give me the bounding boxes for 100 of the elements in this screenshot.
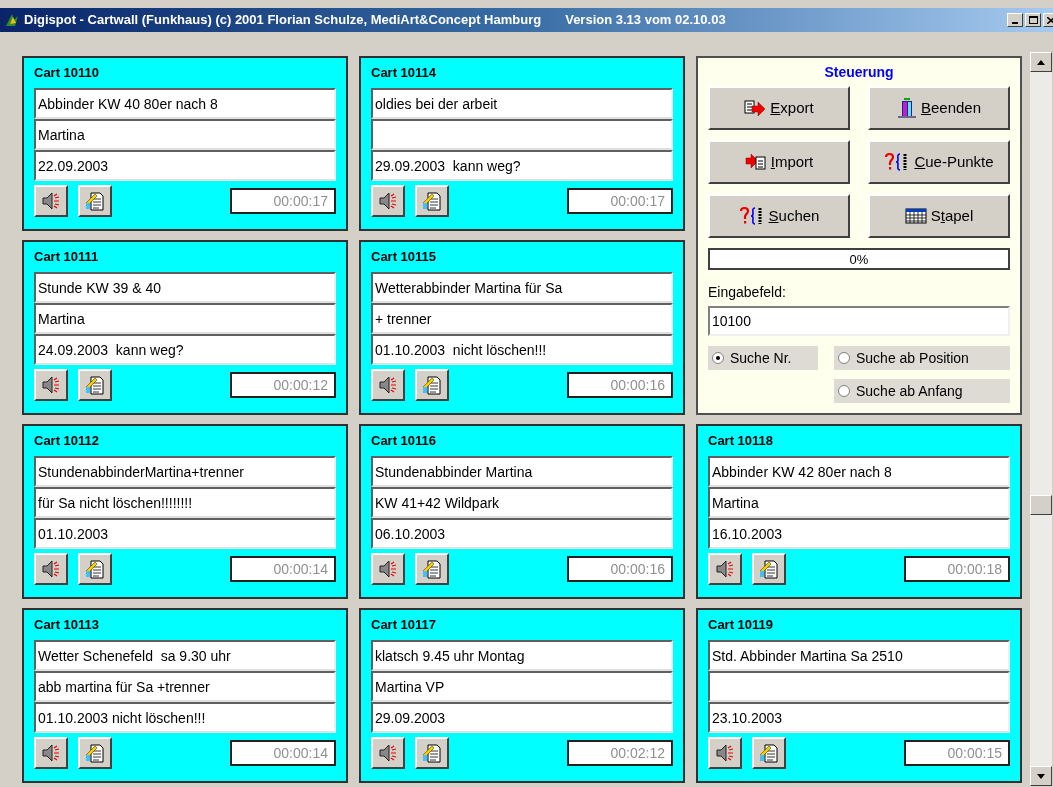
- scrollbar[interactable]: [1030, 52, 1052, 786]
- scrollbar-thumb[interactable]: [1030, 495, 1052, 515]
- duration-display: 00:00:17: [230, 188, 336, 214]
- edit-document-icon: [422, 743, 442, 763]
- edit-button[interactable]: [78, 369, 112, 401]
- text-field[interactable]: Abbinder KW 42 80er nach 8: [708, 456, 1010, 487]
- radio-option[interactable]: Suche Nr.: [708, 346, 818, 370]
- radio-button[interactable]: [838, 352, 850, 364]
- cart-title: Cart 10118: [708, 432, 774, 451]
- edit-button[interactable]: [752, 737, 786, 769]
- radio-button[interactable]: [838, 385, 850, 397]
- cart-title: Cart 10117: [371, 616, 437, 635]
- edit-document-icon: [422, 191, 442, 211]
- play-button[interactable]: [708, 553, 742, 585]
- text-field[interactable]: 24.09.2003 kann weg?: [34, 334, 336, 365]
- duration-display: 00:00:12: [230, 372, 336, 398]
- text-field[interactable]: Stundenabbinder Martina: [371, 456, 673, 487]
- text-field[interactable]: Wetter Schenefeld sa 9.30 uhr: [34, 640, 336, 671]
- text-field[interactable]: für Sa nicht löschen!!!!!!!!: [34, 487, 336, 518]
- text-field[interactable]: Stunde KW 39 & 40: [34, 272, 336, 303]
- play-button[interactable]: [371, 553, 405, 585]
- radio-option[interactable]: Suche ab Position: [834, 346, 1010, 370]
- speaker-icon: [41, 192, 61, 210]
- text-field[interactable]: 06.10.2003: [371, 518, 673, 549]
- cart-title: Cart 10112: [34, 432, 100, 451]
- input-field[interactable]: 10100: [708, 306, 1010, 336]
- input-label: Eingabefeld:: [708, 284, 786, 300]
- text-field[interactable]: Martina: [708, 487, 1010, 518]
- radio-option[interactable]: Suche ab Anfang: [834, 379, 1010, 403]
- text-field[interactable]: 23.10.2003: [708, 702, 1010, 733]
- panel-title: Steuerung: [824, 64, 894, 80]
- text-field[interactable]: 01.10.2003: [34, 518, 336, 549]
- table-icon: [904, 208, 927, 224]
- edit-document-icon: [85, 559, 105, 579]
- edit-button[interactable]: [415, 737, 449, 769]
- text-field[interactable]: Std. Abbinder Martina Sa 2510: [708, 640, 1010, 671]
- duration-display: 00:00:14: [230, 740, 336, 766]
- toolbar-button[interactable]: Cue-Punkte: [868, 140, 1010, 184]
- cart-title: Cart 10114: [371, 64, 437, 83]
- text-field[interactable]: klatsch 9.45 uhr Montag: [371, 640, 673, 671]
- maximize-button[interactable]: [1025, 13, 1041, 27]
- edit-button[interactable]: [415, 369, 449, 401]
- duration-display: 00:00:16: [567, 372, 673, 398]
- progress-label: 0%: [849, 251, 869, 267]
- edit-button[interactable]: [415, 553, 449, 585]
- text-field[interactable]: Wetterabbinder Martina für Sa: [371, 272, 673, 303]
- text-field[interactable]: 01.10.2003 nicht löschen!!!: [371, 334, 673, 365]
- play-button[interactable]: [34, 185, 68, 217]
- text-field[interactable]: abb martina für Sa +trenner: [34, 671, 336, 702]
- duration-display: 00:00:18: [904, 556, 1010, 582]
- toolbar-button[interactable]: Export: [708, 86, 850, 130]
- text-field[interactable]: oldies bei der arbeit: [371, 88, 673, 119]
- toolbar-button[interactable]: Beenden: [868, 86, 1010, 130]
- text-field[interactable]: [371, 119, 673, 150]
- text-field[interactable]: 29.09.2003 kann weg?: [371, 150, 673, 181]
- text-field[interactable]: 29.09.2003: [371, 702, 673, 733]
- maximize-icon: [1028, 16, 1038, 24]
- edit-button[interactable]: [78, 185, 112, 217]
- toolbar-button[interactable]: Suchen: [708, 194, 850, 238]
- text-field[interactable]: Martina: [34, 303, 336, 334]
- text-field[interactable]: + trenner: [371, 303, 673, 334]
- door-icon: [896, 98, 917, 118]
- play-button[interactable]: [34, 369, 68, 401]
- export-icon: [744, 100, 767, 116]
- play-button[interactable]: [708, 737, 742, 769]
- speaker-icon: [41, 744, 61, 762]
- text-field[interactable]: 01.10.2003 nicht löschen!!!: [34, 702, 336, 733]
- play-button[interactable]: [34, 553, 68, 585]
- scroll-down-button[interactable]: [1030, 766, 1052, 786]
- text-field[interactable]: 22.09.2003: [34, 150, 336, 181]
- radio-button[interactable]: [712, 352, 724, 364]
- text-field[interactable]: Martina: [34, 119, 336, 150]
- play-button[interactable]: [371, 369, 405, 401]
- scroll-up-button[interactable]: [1030, 52, 1052, 72]
- edit-document-icon: [422, 559, 442, 579]
- text-field[interactable]: Martina VP: [371, 671, 673, 702]
- edit-button[interactable]: [415, 185, 449, 217]
- toolbar-button[interactable]: Import: [708, 140, 850, 184]
- play-button[interactable]: [371, 185, 405, 217]
- window-title: Digispot - Cartwall (Funkhaus) (c) 2001 Florian Schulze, MediArt&Concept Hamburg: [24, 11, 542, 30]
- text-field[interactable]: KW 41+42 Wildpark: [371, 487, 673, 518]
- play-button[interactable]: [371, 737, 405, 769]
- edit-document-icon: [85, 743, 105, 763]
- play-button[interactable]: [34, 737, 68, 769]
- text-field[interactable]: StundenabbinderMartina+trenner: [34, 456, 336, 487]
- text-field[interactable]: [708, 671, 1010, 702]
- cue-marker-icon: [738, 206, 765, 226]
- speaker-icon: [378, 192, 398, 210]
- duration-display: 00:00:17: [567, 188, 673, 214]
- minimize-button[interactable]: [1007, 13, 1023, 27]
- duration-display: 00:00:14: [230, 556, 336, 582]
- speaker-icon: [41, 376, 61, 394]
- edit-button[interactable]: [78, 737, 112, 769]
- speaker-icon: [378, 376, 398, 394]
- import-icon: [744, 154, 767, 170]
- text-field[interactable]: 16.10.2003: [708, 518, 1010, 549]
- edit-button[interactable]: [78, 553, 112, 585]
- toolbar-button[interactable]: Stapel: [868, 194, 1010, 238]
- text-field[interactable]: Abbinder KW 40 80er nach 8: [34, 88, 336, 119]
- edit-button[interactable]: [752, 553, 786, 585]
